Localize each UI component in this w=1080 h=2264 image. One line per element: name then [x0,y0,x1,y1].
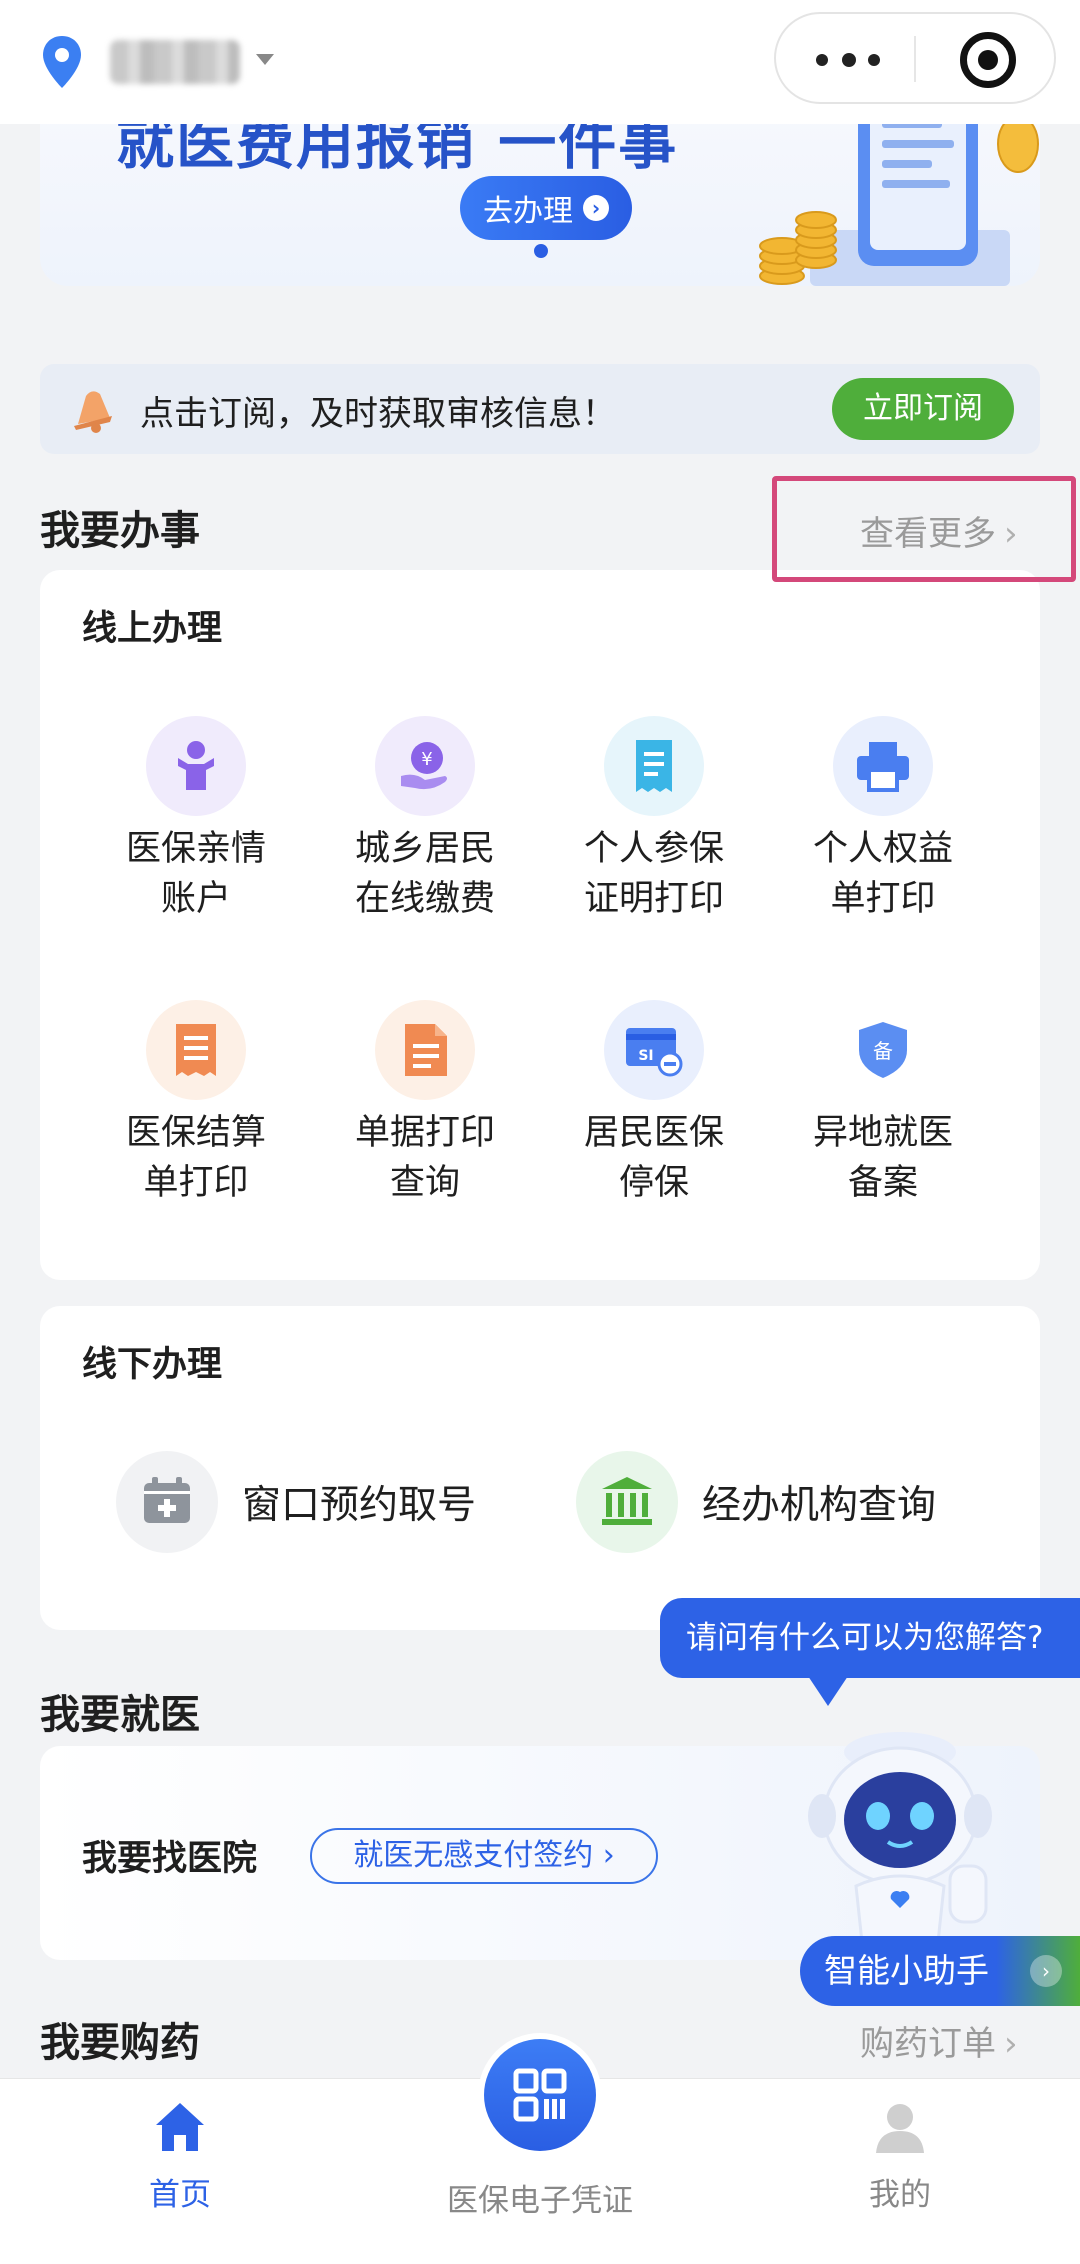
nav-voucher-label: 医保电子凭证 [447,2183,633,2219]
service-label-line2: 停保 [618,1163,689,1203]
yuan-payment-icon: ¥ [375,716,475,816]
svg-text:备: 备 [873,1039,893,1063]
smart-assistant-button[interactable]: 智能小助手 › [800,1936,1080,2006]
offline-services-card: 线下办理 窗口预约取号 经办机构查询 [40,1306,1040,1630]
service-receipt-query[interactable]: 单据打印 查询 [310,1000,540,1208]
location-pin-icon[interactable] [40,34,84,90]
tasks-section-title: 我要办事 [40,508,200,554]
user-icon [876,2104,924,2153]
more-icon[interactable] [816,50,886,70]
service-label-line2: 单打印 [143,1163,249,1203]
seamless-payment-sign-button[interactable]: 就医无感支付签约 › [310,1828,658,1884]
service-settlement-print[interactable]: 医保结算 单打印 [81,1000,311,1208]
institution-icon [576,1451,678,1553]
chevron-right-icon: › [1030,1955,1062,1987]
promo-banner[interactable]: 就医费用报销 一件事 去办理 › [40,110,1040,286]
close-miniprogram-icon[interactable] [960,32,1016,88]
service-label-line2: 查询 [389,1163,460,1203]
service-family-account[interactable]: 医保亲情 账户 [81,716,311,924]
nav-voucher-button[interactable] [478,2033,602,2157]
window-appointment-item[interactable]: 窗口预约取号 [116,1451,477,1553]
service-label-line1: 个人权益 [812,829,953,869]
si-card-icon: SI [604,1000,704,1100]
banner-go-label: 去办理 [483,194,573,229]
drug-orders-link[interactable]: 购药订单 › [860,2016,1018,2065]
service-label-line1: 城乡居民 [354,829,495,869]
window-appointment-label: 窗口预约取号 [242,1483,477,1528]
drug-orders-label: 购药订单 [860,2024,996,2064]
family-account-icon [146,716,246,816]
view-more-highlight [772,476,1076,582]
bottom-navigation: 首页 医保电子凭证 我的 [0,2033,1080,2264]
nav-mine[interactable]: 我的 [800,2099,1000,2214]
smart-assistant-label: 智能小助手 [824,1951,989,1990]
service-label-line1: 单据打印 [354,1113,495,1153]
service-label-line1: 异地就医 [812,1113,953,1153]
assistant-chat-bubble[interactable]: 请问有什么可以为您解答? [660,1598,1080,1678]
service-label-line2: 备案 [847,1163,918,1203]
service-insurance-certificate[interactable]: 个人参保 证明打印 [539,716,769,924]
institution-query-label: 经办机构查询 [702,1483,937,1528]
bell-icon [74,391,112,433]
find-hospital-title: 我要找医院 [82,1839,258,1879]
capsule-divider [914,36,916,82]
service-suspend-insurance[interactable]: SI 居民医保停保 [539,1000,769,1208]
phone-coins-illustration [759,110,1039,286]
chevron-right-icon: › [583,195,609,221]
service-label-line2: 在线缴费 [354,879,495,919]
drugs-section-title: 我要购药 [40,2020,200,2066]
document-icon [604,716,704,816]
nav-home-label: 首页 [149,2177,211,2213]
online-services-card: 线上办理 医保亲情 账户 ¥ 城乡居民 在线缴费 个人参保 证明打印 个人权益 单打印 … [40,570,1040,1280]
chevron-right-icon: › [1004,2024,1018,2064]
nav-mine-label: 我的 [869,2177,931,2213]
offline-services-title: 线下办理 [82,1345,223,1385]
service-rights-print[interactable]: 个人权益 单打印 [768,716,998,924]
chevron-down-icon[interactable] [256,54,274,65]
medical-section-title: 我要就医 [40,1692,200,1738]
service-label-line2: 单打印 [830,879,936,919]
chevron-right-icon: › [602,1838,615,1873]
qr-code-icon [484,2039,596,2151]
shield-record-icon: 备 [833,1000,933,1100]
subscribe-now-button[interactable]: 立即订阅 [832,378,1014,440]
service-label-line1: 医保亲情 [125,829,266,869]
file-icon [375,1000,475,1100]
carousel-indicator [534,244,548,258]
calendar-add-icon [116,1451,218,1553]
banner-go-button[interactable]: 去办理 › [460,176,632,240]
home-icon [156,2103,204,2151]
svg-text:¥: ¥ [421,749,432,770]
subscribe-text: 点击订阅，及时获取审核信息！ [140,394,616,434]
subscribe-bar: 点击订阅，及时获取审核信息！ 立即订阅 [40,364,1040,454]
nav-voucher[interactable]: 医保电子凭证 [440,2175,640,2220]
institution-query-item[interactable]: 经办机构查询 [576,1451,937,1553]
chat-bubble-tail [808,1676,848,1706]
service-label-line2: 证明打印 [583,879,724,919]
service-label-line1: 医保结算 [125,1113,266,1153]
service-remote-medical-record[interactable]: 备 异地就医 备案 [768,1000,998,1208]
online-services-title: 线上办理 [82,609,223,649]
receipt-icon [146,1000,246,1100]
svg-text:SI: SI [638,1048,653,1064]
seamless-payment-label: 就医无感支付签约 [353,1838,594,1873]
mini-program-capsule [774,12,1056,104]
service-online-payment[interactable]: ¥ 城乡居民在线缴费 [310,716,540,924]
service-label-line2: 账户 [160,879,231,919]
robot-assistant-icon[interactable] [800,1716,1000,1966]
service-label-line1: 居民医保 [583,1113,724,1153]
printer-icon [833,716,933,816]
nav-home[interactable]: 首页 [80,2099,280,2214]
location-name-blurred[interactable] [110,40,240,84]
service-label-line1: 个人参保 [583,829,724,869]
top-bar [0,0,1080,124]
